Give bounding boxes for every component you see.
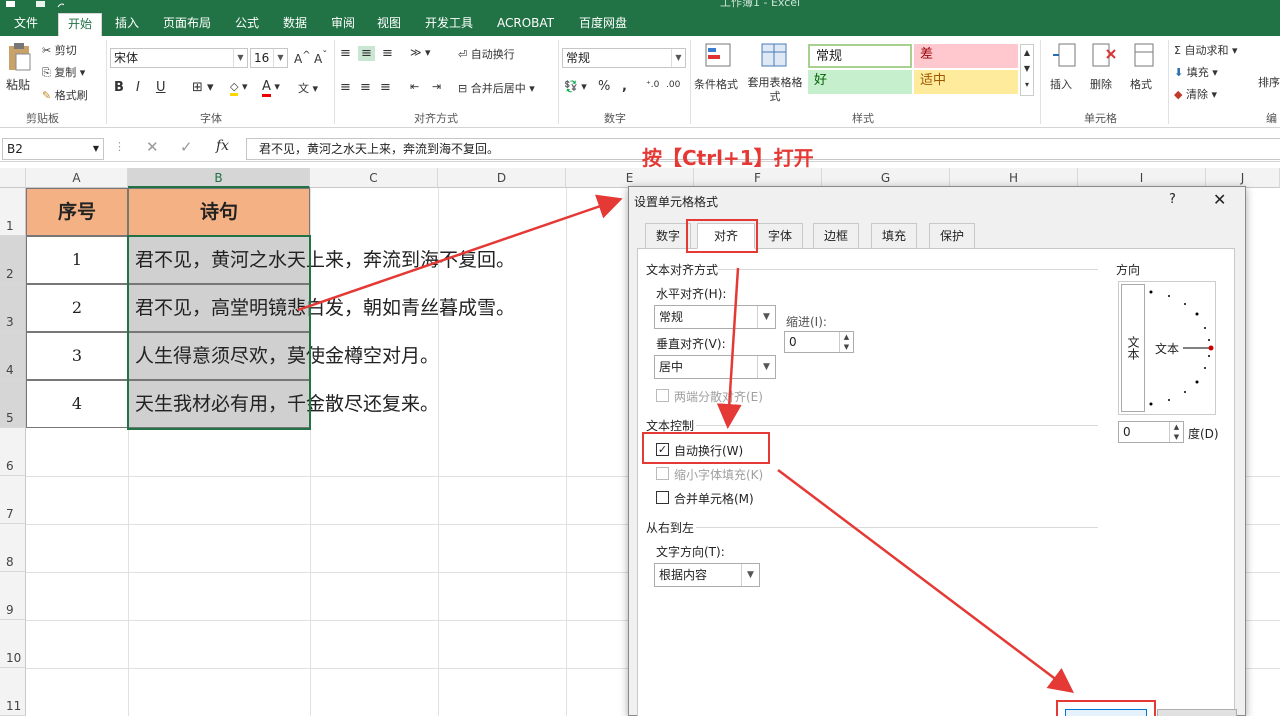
arrow-to-wrap-text — [716, 267, 742, 429]
tab-alignment[interactable]: 对齐 — [697, 223, 755, 249]
arrow-to-dialog — [297, 194, 623, 312]
annotation-arrows — [297, 194, 1074, 694]
arrow-to-ok — [777, 469, 1074, 694]
